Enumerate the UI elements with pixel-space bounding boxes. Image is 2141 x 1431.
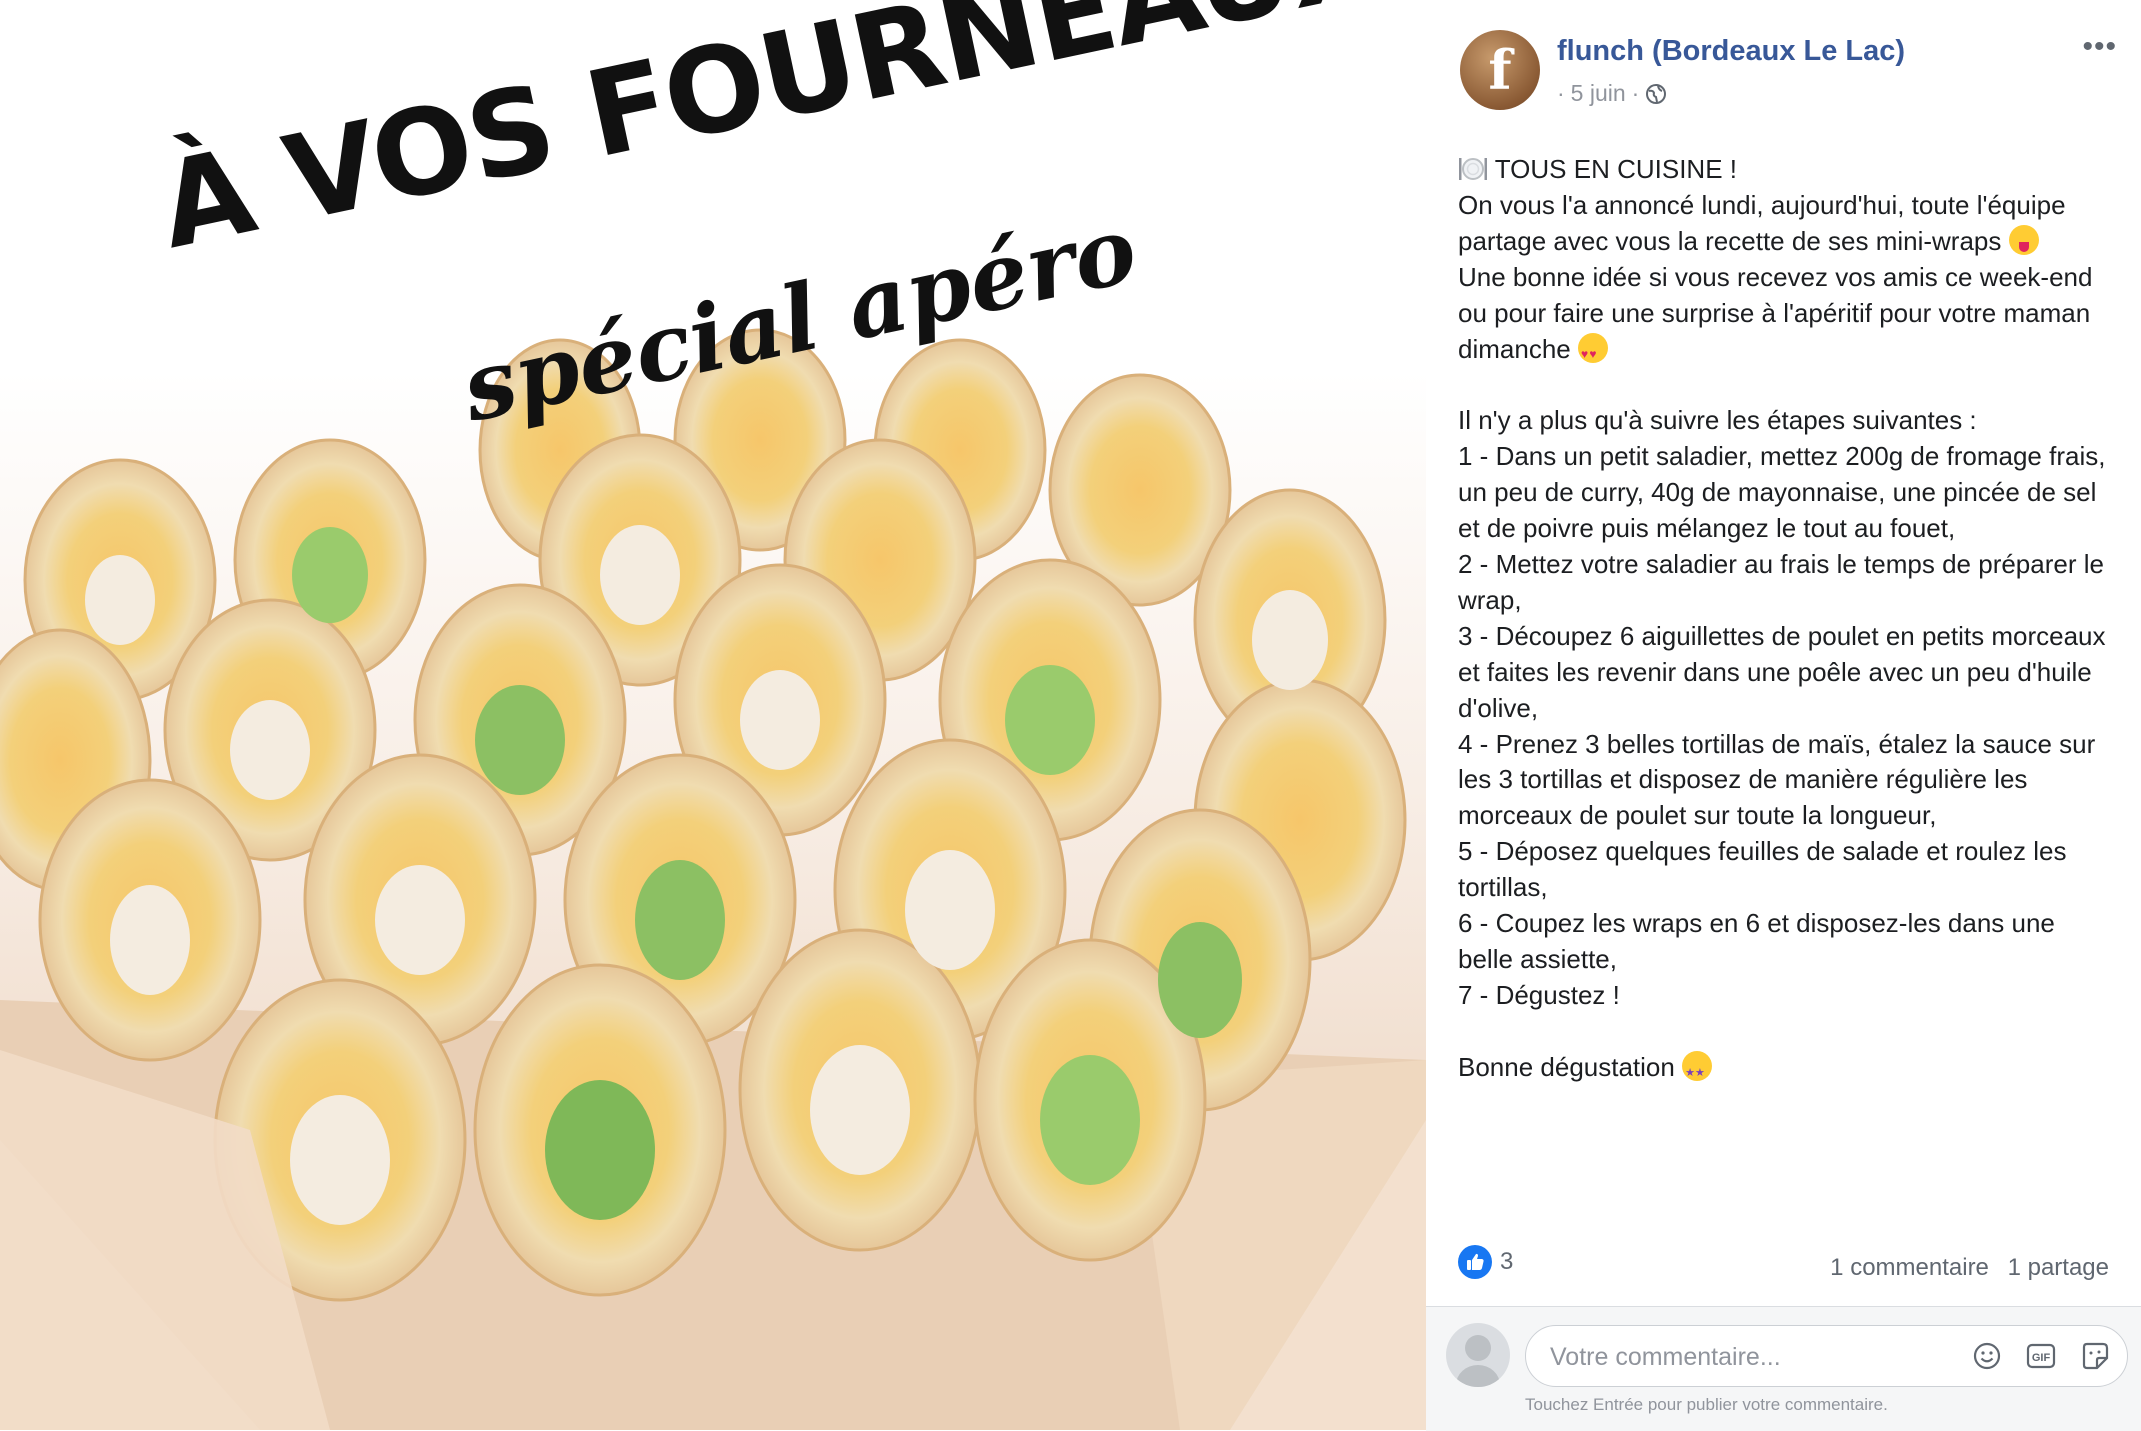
post-line-title: TOUS EN CUISINE ! — [1458, 152, 2113, 188]
post-blank-line — [1458, 367, 2113, 403]
post-step-3: 3 - Découpez 6 aiguillettes de poulet en… — [1458, 620, 2106, 723]
post-photo[interactable]: À VOS FOURNEAUX spécial apéro — [0, 0, 1426, 1430]
user-avatar[interactable] — [1446, 1323, 1510, 1387]
heart-eyes-emoji-icon — [1577, 332, 1608, 372]
shares-count-link[interactable]: 1 partage — [2008, 1254, 2109, 1281]
globe-icon[interactable] — [1645, 83, 1667, 105]
post-step-1: 1 - Dans un petit saladier, mettez 200g … — [1458, 441, 2106, 544]
meta-separator-2: · — [1631, 80, 1640, 106]
post-line-1: TOUS EN CUISINE ! — [1494, 154, 1737, 184]
page-avatar-letter: f — [1488, 38, 1512, 102]
post-stats: 1 commentaire 1 partage — [1818, 1254, 2109, 1282]
like-icon — [1458, 1245, 1492, 1279]
tongue-emoji-icon — [2008, 224, 2039, 255]
sticker-icon[interactable] — [2079, 1340, 2111, 1372]
post-text: TOUS EN CUISINE ! On vous l'a annoncé lu… — [1458, 152, 2113, 1092]
comment-composer: GIF Touchez Entrée pour publier votre co… — [1426, 1306, 2141, 1431]
post-blank-line-2 — [1458, 1014, 2113, 1050]
post-date-link[interactable]: 5 juin — [1571, 80, 1626, 107]
emoji-icon[interactable] — [1971, 1340, 2003, 1372]
post-line-3: Une bonne idée si vous recevez vos amis … — [1458, 261, 2093, 364]
post-line-intro: On vous l'a annoncé lundi, aujourd'hui, … — [1458, 188, 2113, 260]
post-meta: · 5 juin · — [1557, 80, 1667, 107]
post-closing: Bonne dégustation — [1458, 1051, 1675, 1082]
post-line-4: Il n'y a plus qu'à suivre les étapes sui… — [1458, 405, 1977, 436]
comments-count-link[interactable]: 1 commentaire — [1830, 1254, 1989, 1281]
post-panel: f flunch (Bordeaux Le Lac) · 5 juin · ••… — [1426, 0, 2141, 1431]
meta-separator: · — [1557, 80, 1565, 106]
post-closing-line: Bonne dégustation — [1458, 1050, 2113, 1092]
post-step-4: 4 - Prenez 3 belles tortillas de maïs, é… — [1458, 728, 2096, 831]
thumbs-up-icon — [1467, 1253, 1484, 1270]
gif-icon[interactable]: GIF — [2025, 1340, 2057, 1372]
comment-box[interactable]: GIF — [1525, 1325, 2128, 1387]
post-step-6: 6 - Coupez les wraps en 6 et disposez-le… — [1458, 908, 2055, 974]
reaction-count: 3 — [1500, 1248, 1514, 1275]
page-avatar[interactable]: f — [1460, 30, 1540, 110]
plate-cutlery-icon — [1459, 158, 1487, 180]
page-name-link[interactable]: flunch (Bordeaux Le Lac) — [1557, 35, 1905, 68]
post-line-idea: Une bonne idée si vous recevez vos amis … — [1458, 260, 2113, 373]
more-options-icon[interactable]: ••• — [2082, 30, 2117, 64]
comment-hint: Touchez Entrée pour publier votre commen… — [1525, 1395, 1888, 1414]
post-step-7: 7 - Dégustez ! — [1458, 979, 1620, 1010]
comment-input[interactable] — [1548, 1338, 1932, 1376]
post-line-2: On vous l'a annoncé lundi, aujourd'hui, … — [1458, 189, 2066, 256]
post-step-2: 2 - Mettez votre saladier au frais le te… — [1458, 548, 2104, 615]
reactions-summary[interactable]: 3 — [1458, 1245, 1513, 1279]
post-step-5: 5 - Déposez quelques feuilles de salade … — [1458, 836, 2067, 903]
star-struck-emoji-icon — [1682, 1050, 1713, 1092]
svg-text:GIF: GIF — [2032, 1352, 2051, 1364]
